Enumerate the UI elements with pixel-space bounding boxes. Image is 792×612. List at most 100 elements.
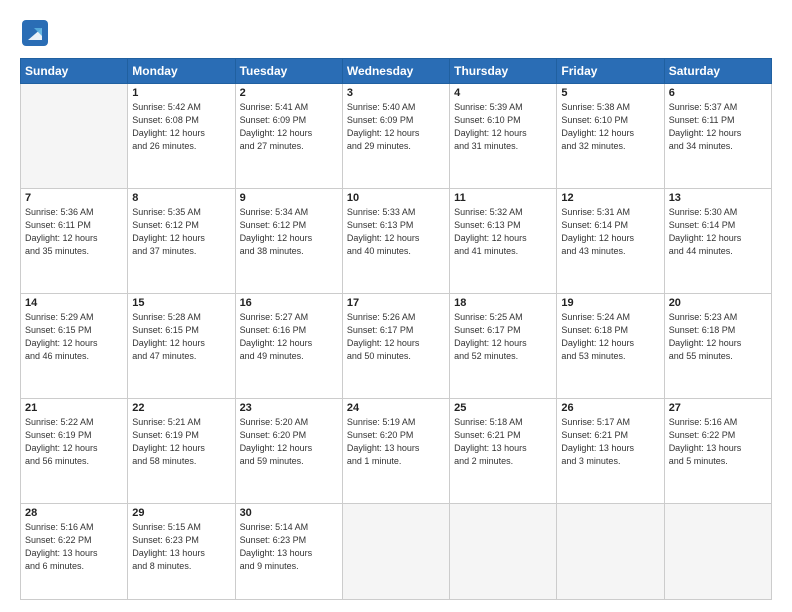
- day-number: 27: [669, 402, 767, 414]
- day-number: 23: [240, 402, 338, 414]
- calendar-cell: 14 Sunrise: 5:29 AM Sunset: 6:15 PM Dayli…: [21, 293, 128, 398]
- day-info: Sunrise: 5:28 AM Sunset: 6:15 PM Dayligh…: [132, 311, 230, 363]
- day-number: 19: [561, 297, 659, 309]
- calendar-cell: 21 Sunrise: 5:22 AM Sunset: 6:19 PM Dayli…: [21, 398, 128, 503]
- day-number: 20: [669, 297, 767, 309]
- calendar-week-row: 1Sunrise: 5:42 AM Sunset: 6:08 PM Daylig…: [21, 84, 772, 189]
- day-number: 29: [132, 507, 230, 519]
- day-number: 9: [240, 192, 338, 204]
- day-info: Sunrise: 5:25 AM Sunset: 6:17 PM Dayligh…: [454, 311, 552, 363]
- col-header-saturday: Saturday: [664, 59, 771, 84]
- calendar-cell: 8 Sunrise: 5:35 AM Sunset: 6:12 PM Daylig…: [128, 188, 235, 293]
- day-info: Sunrise: 5:32 AM Sunset: 6:13 PM Dayligh…: [454, 206, 552, 258]
- day-info: Sunrise: 5:16 AM Sunset: 6:22 PM Dayligh…: [25, 521, 123, 573]
- day-number: 15: [132, 297, 230, 309]
- logo-icon: [20, 18, 50, 48]
- day-number: 3: [347, 87, 445, 99]
- day-info: Sunrise: 5:17 AM Sunset: 6:21 PM Dayligh…: [561, 416, 659, 468]
- calendar-cell: 28 Sunrise: 5:16 AM Sunset: 6:22 PM Dayli…: [21, 503, 128, 599]
- day-info: Sunrise: 5:14 AM Sunset: 6:23 PM Dayligh…: [240, 521, 338, 573]
- day-info: Sunrise: 5:20 AM Sunset: 6:20 PM Dayligh…: [240, 416, 338, 468]
- calendar-cell: 6Sunrise: 5:37 AM Sunset: 6:11 PM Daylig…: [664, 84, 771, 189]
- calendar-cell: 29 Sunrise: 5:15 AM Sunset: 6:23 PM Dayli…: [128, 503, 235, 599]
- day-info: Sunrise: 5:36 AM Sunset: 6:11 PM Dayligh…: [25, 206, 123, 258]
- day-number: 25: [454, 402, 552, 414]
- day-number: 10: [347, 192, 445, 204]
- day-number: 7: [25, 192, 123, 204]
- day-number: 28: [25, 507, 123, 519]
- col-header-monday: Monday: [128, 59, 235, 84]
- calendar-cell: 12 Sunrise: 5:31 AM Sunset: 6:14 PM Dayli…: [557, 188, 664, 293]
- page-header: [20, 18, 772, 48]
- calendar-cell: 20 Sunrise: 5:23 AM Sunset: 6:18 PM Dayli…: [664, 293, 771, 398]
- day-number: 30: [240, 507, 338, 519]
- day-info: Sunrise: 5:42 AM Sunset: 6:08 PM Dayligh…: [132, 101, 230, 153]
- calendar-cell: 26 Sunrise: 5:17 AM Sunset: 6:21 PM Dayli…: [557, 398, 664, 503]
- day-number: 22: [132, 402, 230, 414]
- calendar-cell: [21, 84, 128, 189]
- calendar-cell: 7 Sunrise: 5:36 AM Sunset: 6:11 PM Daylig…: [21, 188, 128, 293]
- calendar-cell: 10 Sunrise: 5:33 AM Sunset: 6:13 PM Dayli…: [342, 188, 449, 293]
- day-info: Sunrise: 5:30 AM Sunset: 6:14 PM Dayligh…: [669, 206, 767, 258]
- calendar-cell: 15 Sunrise: 5:28 AM Sunset: 6:15 PM Dayli…: [128, 293, 235, 398]
- day-number: 21: [25, 402, 123, 414]
- calendar-cell: [664, 503, 771, 599]
- day-info: Sunrise: 5:27 AM Sunset: 6:16 PM Dayligh…: [240, 311, 338, 363]
- day-info: Sunrise: 5:31 AM Sunset: 6:14 PM Dayligh…: [561, 206, 659, 258]
- calendar-cell: 13 Sunrise: 5:30 AM Sunset: 6:14 PM Dayli…: [664, 188, 771, 293]
- day-info: Sunrise: 5:18 AM Sunset: 6:21 PM Dayligh…: [454, 416, 552, 468]
- calendar-cell: 11 Sunrise: 5:32 AM Sunset: 6:13 PM Dayli…: [450, 188, 557, 293]
- calendar-cell: 19 Sunrise: 5:24 AM Sunset: 6:18 PM Dayli…: [557, 293, 664, 398]
- day-number: 16: [240, 297, 338, 309]
- calendar-cell: 27 Sunrise: 5:16 AM Sunset: 6:22 PM Dayli…: [664, 398, 771, 503]
- day-info: Sunrise: 5:33 AM Sunset: 6:13 PM Dayligh…: [347, 206, 445, 258]
- calendar-week-row: 28 Sunrise: 5:16 AM Sunset: 6:22 PM Dayli…: [21, 503, 772, 599]
- day-info: Sunrise: 5:39 AM Sunset: 6:10 PM Dayligh…: [454, 101, 552, 153]
- calendar-cell: [557, 503, 664, 599]
- day-info: Sunrise: 5:34 AM Sunset: 6:12 PM Dayligh…: [240, 206, 338, 258]
- day-number: 11: [454, 192, 552, 204]
- day-number: 6: [669, 87, 767, 99]
- col-header-friday: Friday: [557, 59, 664, 84]
- day-info: Sunrise: 5:24 AM Sunset: 6:18 PM Dayligh…: [561, 311, 659, 363]
- day-number: 13: [669, 192, 767, 204]
- day-info: Sunrise: 5:19 AM Sunset: 6:20 PM Dayligh…: [347, 416, 445, 468]
- day-number: 8: [132, 192, 230, 204]
- calendar-cell: 30 Sunrise: 5:14 AM Sunset: 6:23 PM Dayli…: [235, 503, 342, 599]
- day-number: 2: [240, 87, 338, 99]
- day-info: Sunrise: 5:29 AM Sunset: 6:15 PM Dayligh…: [25, 311, 123, 363]
- day-number: 4: [454, 87, 552, 99]
- calendar-cell: 23 Sunrise: 5:20 AM Sunset: 6:20 PM Dayli…: [235, 398, 342, 503]
- day-info: Sunrise: 5:40 AM Sunset: 6:09 PM Dayligh…: [347, 101, 445, 153]
- calendar-table: SundayMondayTuesdayWednesdayThursdayFrid…: [20, 58, 772, 600]
- col-header-wednesday: Wednesday: [342, 59, 449, 84]
- calendar-cell: 16 Sunrise: 5:27 AM Sunset: 6:16 PM Dayli…: [235, 293, 342, 398]
- col-header-tuesday: Tuesday: [235, 59, 342, 84]
- logo: [20, 18, 54, 48]
- day-number: 18: [454, 297, 552, 309]
- calendar-cell: 1Sunrise: 5:42 AM Sunset: 6:08 PM Daylig…: [128, 84, 235, 189]
- day-info: Sunrise: 5:22 AM Sunset: 6:19 PM Dayligh…: [25, 416, 123, 468]
- calendar-cell: 25 Sunrise: 5:18 AM Sunset: 6:21 PM Dayli…: [450, 398, 557, 503]
- calendar-cell: 2Sunrise: 5:41 AM Sunset: 6:09 PM Daylig…: [235, 84, 342, 189]
- day-number: 12: [561, 192, 659, 204]
- calendar-cell: [342, 503, 449, 599]
- day-info: Sunrise: 5:26 AM Sunset: 6:17 PM Dayligh…: [347, 311, 445, 363]
- day-number: 24: [347, 402, 445, 414]
- day-info: Sunrise: 5:16 AM Sunset: 6:22 PM Dayligh…: [669, 416, 767, 468]
- day-info: Sunrise: 5:35 AM Sunset: 6:12 PM Dayligh…: [132, 206, 230, 258]
- calendar-cell: 3 Sunrise: 5:40 AM Sunset: 6:09 PM Daylig…: [342, 84, 449, 189]
- day-number: 14: [25, 297, 123, 309]
- calendar-cell: [450, 503, 557, 599]
- col-header-thursday: Thursday: [450, 59, 557, 84]
- calendar-cell: 5Sunrise: 5:38 AM Sunset: 6:10 PM Daylig…: [557, 84, 664, 189]
- calendar-cell: 24 Sunrise: 5:19 AM Sunset: 6:20 PM Dayli…: [342, 398, 449, 503]
- calendar-cell: 18 Sunrise: 5:25 AM Sunset: 6:17 PM Dayli…: [450, 293, 557, 398]
- day-number: 26: [561, 402, 659, 414]
- calendar-week-row: 21 Sunrise: 5:22 AM Sunset: 6:19 PM Dayli…: [21, 398, 772, 503]
- calendar-cell: 17Sunrise: 5:26 AM Sunset: 6:17 PM Dayli…: [342, 293, 449, 398]
- day-info: Sunrise: 5:23 AM Sunset: 6:18 PM Dayligh…: [669, 311, 767, 363]
- day-info: Sunrise: 5:21 AM Sunset: 6:19 PM Dayligh…: [132, 416, 230, 468]
- day-info: Sunrise: 5:15 AM Sunset: 6:23 PM Dayligh…: [132, 521, 230, 573]
- calendar-cell: 4 Sunrise: 5:39 AM Sunset: 6:10 PM Daylig…: [450, 84, 557, 189]
